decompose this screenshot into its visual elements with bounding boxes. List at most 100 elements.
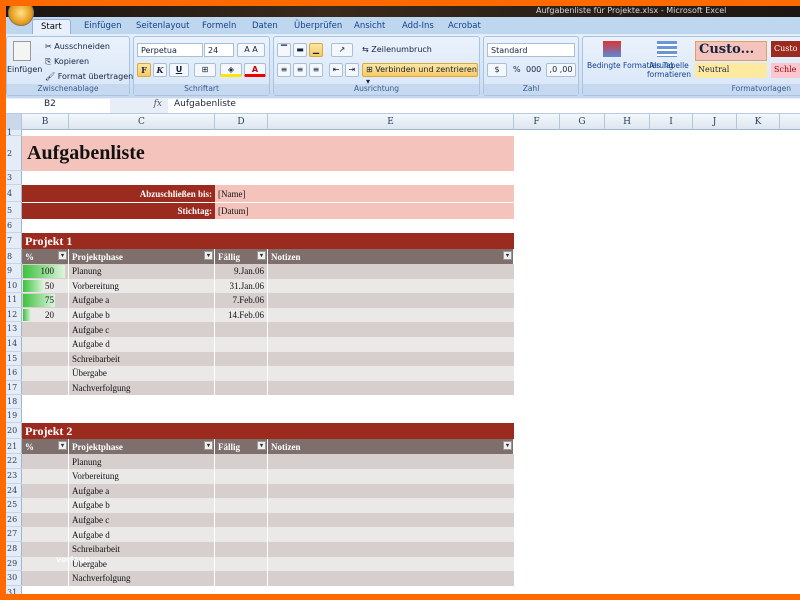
percent-cell[interactable]: 100: [22, 264, 69, 279]
due-cell[interactable]: 14.Feb.06: [215, 308, 268, 323]
row-header[interactable]: 14: [6, 337, 22, 352]
tab-ansicht[interactable]: Ansicht: [346, 19, 393, 34]
row-header[interactable]: 31: [6, 586, 22, 594]
row-header[interactable]: 16: [6, 366, 22, 381]
row-header[interactable]: 22: [6, 454, 22, 469]
notes-cell[interactable]: [268, 322, 514, 337]
row-header[interactable]: 27: [6, 527, 22, 542]
phase-cell[interactable]: Nachverfolgung: [69, 571, 215, 586]
phase-cell[interactable]: Übergabe: [69, 366, 215, 381]
style-custom-2[interactable]: Custo: [771, 41, 800, 57]
percent-cell[interactable]: [22, 513, 69, 528]
row-header[interactable]: 3: [6, 171, 22, 185]
phase-cell[interactable]: Aufgabe b: [69, 498, 215, 513]
phase-cell[interactable]: Planung: [69, 264, 215, 279]
phase-cell[interactable]: Übergabe: [69, 557, 215, 572]
tab-daten[interactable]: Daten: [244, 19, 286, 34]
filter-dropdown-icon[interactable]: ▾: [257, 251, 266, 260]
tab-acrobat[interactable]: Acrobat: [440, 19, 489, 34]
row-header[interactable]: 8: [6, 249, 22, 264]
due-cell[interactable]: [215, 484, 268, 499]
column-header-L[interactable]: [780, 114, 800, 130]
row-header[interactable]: 29: [6, 557, 22, 572]
due-cell[interactable]: [215, 542, 268, 557]
notes-cell[interactable]: [268, 484, 514, 499]
notes-cell[interactable]: [268, 264, 514, 279]
row-header[interactable]: 24: [6, 484, 22, 499]
notes-cell[interactable]: [268, 571, 514, 586]
grow-shrink-font-button[interactable]: A A: [237, 43, 265, 57]
font-color-icon[interactable]: A: [244, 63, 266, 77]
align-right-icon[interactable]: ≡: [309, 63, 323, 77]
percent-cell[interactable]: [22, 469, 69, 484]
row-header[interactable]: 18: [6, 395, 22, 409]
fill-color-icon[interactable]: ◈: [220, 63, 242, 77]
bold-button[interactable]: F: [137, 63, 151, 77]
column-header-F[interactable]: F: [514, 114, 560, 130]
filter-dropdown-icon[interactable]: ▾: [58, 441, 67, 450]
row-header[interactable]: 26: [6, 513, 22, 528]
phase-cell[interactable]: Aufgabe a: [69, 293, 215, 308]
table-header-phase[interactable]: Projektphase▾: [69, 249, 215, 264]
percent-cell[interactable]: 20: [22, 308, 69, 323]
notes-cell[interactable]: [268, 469, 514, 484]
format-as-table-button[interactable]: Als Tabelle formatieren: [647, 61, 691, 79]
worksheet[interactable]: AufgabenlisteAbzuschließen bis:[Name]Sti…: [22, 130, 800, 594]
decimal-icon[interactable]: ,0 ,00: [546, 63, 576, 77]
due-cell[interactable]: [215, 498, 268, 513]
tab-add-ins[interactable]: Add-Ins: [394, 19, 442, 34]
column-header-B[interactable]: B: [22, 114, 69, 130]
row-header[interactable]: 20: [6, 423, 22, 439]
align-top-icon[interactable]: ▔: [277, 43, 291, 57]
column-header-H[interactable]: H: [605, 114, 650, 130]
notes-cell[interactable]: [268, 293, 514, 308]
column-header-J[interactable]: J: [693, 114, 737, 130]
phase-cell[interactable]: Schreibarbeit: [69, 352, 215, 367]
filter-dropdown-icon[interactable]: ▾: [204, 251, 213, 260]
notes-cell[interactable]: [268, 352, 514, 367]
align-center-icon[interactable]: ≡: [293, 63, 307, 77]
due-cell[interactable]: [215, 469, 268, 484]
paste-button[interactable]: Einfügen: [7, 65, 42, 74]
tab-überprüfen[interactable]: Überprüfen: [286, 19, 350, 34]
filter-dropdown-icon[interactable]: ▾: [503, 441, 512, 450]
phase-cell[interactable]: Planung: [69, 454, 215, 469]
phase-cell[interactable]: Vorbereitung: [69, 469, 215, 484]
phase-cell[interactable]: Aufgabe b: [69, 308, 215, 323]
percent-cell[interactable]: [22, 484, 69, 499]
table-header-due[interactable]: Fällig▾: [215, 439, 268, 454]
column-header-I[interactable]: I: [650, 114, 693, 130]
align-left-icon[interactable]: ≡: [277, 63, 291, 77]
filter-dropdown-icon[interactable]: ▾: [257, 441, 266, 450]
phase-cell[interactable]: Aufgabe c: [69, 513, 215, 528]
due-cell[interactable]: [215, 337, 268, 352]
notes-cell[interactable]: [268, 498, 514, 513]
cut-button[interactable]: ✂ Ausschneiden: [45, 42, 110, 51]
due-cell[interactable]: [215, 366, 268, 381]
align-bottom-icon[interactable]: ▁: [309, 43, 323, 57]
table-header-percent[interactable]: %▾: [22, 439, 69, 454]
percent-cell[interactable]: [22, 366, 69, 381]
notes-cell[interactable]: [268, 279, 514, 294]
percent-cell[interactable]: [22, 571, 69, 586]
tab-einfügen[interactable]: Einfügen: [76, 19, 130, 34]
percent-cell[interactable]: [22, 454, 69, 469]
notes-cell[interactable]: [268, 513, 514, 528]
filter-dropdown-icon[interactable]: ▾: [204, 441, 213, 450]
date-value[interactable]: [Datum]: [215, 202, 514, 219]
row-header[interactable]: 2: [6, 136, 22, 171]
table-header-notes[interactable]: Notizen▾: [268, 439, 514, 454]
notes-cell[interactable]: [268, 337, 514, 352]
column-header-E[interactable]: E: [268, 114, 514, 130]
format-painter-button[interactable]: 🖌 Format übertragen: [45, 72, 133, 81]
notes-cell[interactable]: [268, 527, 514, 542]
row-header[interactable]: 17: [6, 381, 22, 396]
due-value[interactable]: [Name]: [215, 185, 514, 202]
row-header[interactable]: 23: [6, 469, 22, 484]
increase-indent-icon[interactable]: ⇥: [345, 63, 359, 77]
fx-icon[interactable]: fx: [116, 99, 166, 113]
column-header-D[interactable]: D: [215, 114, 268, 130]
row-header[interactable]: 28: [6, 542, 22, 557]
table-header-percent[interactable]: %▾: [22, 249, 69, 264]
thousands-button[interactable]: 000: [526, 65, 541, 74]
